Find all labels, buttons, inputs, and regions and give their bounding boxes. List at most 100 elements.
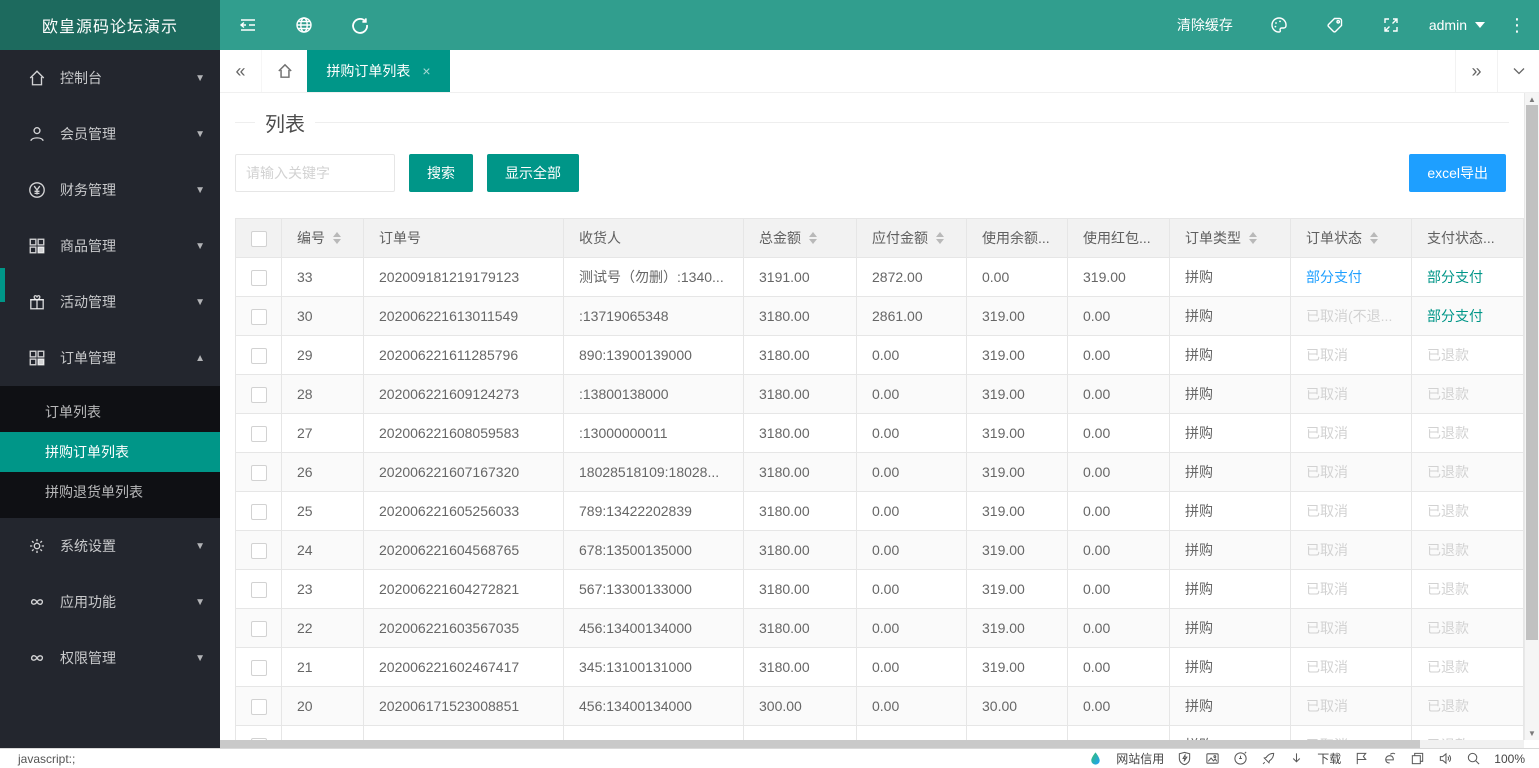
horizontal-scrollbar-thumb[interactable]	[220, 740, 1420, 748]
sidebar-item-label: 控制台	[60, 68, 102, 88]
cell-order_type: 拼购	[1185, 425, 1213, 441]
row-checkbox[interactable]	[251, 543, 267, 559]
tabs-menu-button[interactable]	[1497, 50, 1539, 92]
cell-id: 23	[297, 581, 313, 597]
chevron-icon: ▼	[195, 297, 205, 308]
magnifier-icon[interactable]	[1466, 751, 1481, 766]
tabs-scroll-left-button[interactable]: «	[220, 50, 262, 92]
excel-export-button[interactable]: excel导出	[1409, 154, 1506, 192]
sidebar-item-label: 系统设置	[60, 536, 116, 556]
tab-label: 拼购订单列表	[326, 61, 410, 81]
row-checkbox[interactable]	[251, 270, 267, 286]
column-label: 订单状态	[1306, 228, 1362, 248]
cell-total: 300.00	[759, 698, 802, 714]
row-checkbox[interactable]	[251, 699, 267, 715]
collapse-menu-icon[interactable]	[220, 0, 276, 50]
cell-order_status: 已取消	[1306, 542, 1348, 558]
row-checkbox[interactable]	[251, 348, 267, 364]
download-label[interactable]: 下载	[1317, 750, 1341, 767]
site-credit-label[interactable]: 网站信用	[1116, 750, 1164, 767]
tabs-scroll-right-button[interactable]: »	[1455, 50, 1497, 92]
column-header-order_status[interactable]: 订单状态	[1291, 219, 1412, 258]
down-arrow-icon[interactable]	[1289, 751, 1304, 766]
close-icon[interactable]: ×	[422, 63, 430, 79]
vertical-scrollbar-thumb[interactable]	[1526, 105, 1538, 640]
flag-icon[interactable]	[1354, 751, 1369, 766]
tab-group-order-list[interactable]: 拼购订单列表 ×	[307, 50, 450, 92]
cell-consignee: :13800138000	[579, 386, 669, 402]
zoom-level[interactable]: 100%	[1494, 752, 1525, 766]
sidebar-item-console[interactable]: 控制台 ▼	[0, 50, 220, 106]
more-vert-icon[interactable]: ⋮	[1495, 0, 1539, 50]
table-row: 20202006171523008851456:13400134000300.0…	[236, 687, 1525, 726]
sidebar-item-permissions[interactable]: 权限管理 ▼	[0, 630, 220, 686]
sidebar-item-members[interactable]: 会员管理 ▼	[0, 106, 220, 162]
user-menu[interactable]: admin	[1419, 0, 1495, 50]
sidebar-item-order-list[interactable]: 订单列表	[0, 392, 220, 432]
scroll-down-arrow[interactable]: ▼	[1525, 729, 1539, 738]
sidebar-item-goods[interactable]: 商品管理 ▼	[0, 218, 220, 274]
cell-total: 3180.00	[759, 386, 810, 402]
row-checkbox[interactable]	[251, 465, 267, 481]
picture-icon[interactable]	[1205, 751, 1220, 766]
cell-pay_status: 已退款	[1427, 620, 1469, 636]
horizontal-scrollbar	[220, 740, 1524, 748]
sidebar-item-settings[interactable]: 系统设置 ▼	[0, 518, 220, 574]
palette-icon[interactable]	[1251, 0, 1307, 50]
shield-icon[interactable]	[1177, 751, 1192, 766]
row-checkbox[interactable]	[251, 387, 267, 403]
sidebar-item-group-order-list[interactable]: 拼购订单列表	[0, 432, 220, 472]
speaker-icon[interactable]	[1438, 751, 1453, 766]
status-link-text: javascript:;	[0, 752, 75, 766]
show-all-button[interactable]: 显示全部	[487, 154, 579, 192]
column-header-payable[interactable]: 应付金额	[857, 219, 967, 258]
cell-id: 30	[297, 308, 313, 324]
search-input[interactable]	[235, 154, 395, 192]
yen-circle-icon	[28, 181, 46, 199]
tag-icon[interactable]	[1307, 0, 1363, 50]
sidebar-item-app-functions[interactable]: 应用功能 ▼	[0, 574, 220, 630]
window-icon[interactable]	[1410, 751, 1425, 766]
search-button[interactable]: 搜索	[409, 154, 473, 192]
row-checkbox[interactable]	[251, 504, 267, 520]
cell-order_status: 已取消	[1306, 698, 1348, 714]
row-checkbox[interactable]	[251, 582, 267, 598]
sidebar-item-orders[interactable]: 订单管理 ▲	[0, 330, 220, 386]
fullscreen-icon[interactable]	[1363, 0, 1419, 50]
cell-pay_status[interactable]: 部分支付	[1427, 269, 1483, 285]
row-checkbox[interactable]	[251, 621, 267, 637]
row-checkbox[interactable]	[251, 309, 267, 325]
sort-icon	[1249, 232, 1257, 244]
column-header-order_type[interactable]: 订单类型	[1170, 219, 1291, 258]
column-label: 支付状态...	[1427, 228, 1495, 248]
table-row: 28202006221609124273:138001380003180.000…	[236, 375, 1525, 414]
cell-id: 28	[297, 386, 313, 402]
sidebar-scrollbar-thumb[interactable]	[0, 268, 5, 302]
rocket-icon[interactable]	[1261, 751, 1276, 766]
refresh-icon[interactable]	[332, 0, 388, 50]
column-header-id[interactable]: 编号	[282, 219, 364, 258]
scroll-up-arrow[interactable]: ▲	[1525, 95, 1539, 104]
cell-pay_status[interactable]: 部分支付	[1427, 308, 1483, 324]
row-checkbox[interactable]	[251, 426, 267, 442]
droplet-icon[interactable]	[1088, 751, 1103, 766]
globe-icon[interactable]	[276, 0, 332, 50]
cell-balance: 319.00	[982, 347, 1025, 363]
sidebar-item-label: 商品管理	[60, 236, 116, 256]
cell-redpacket: 0.00	[1083, 698, 1110, 714]
sidebar-item-activity[interactable]: 活动管理 ▼	[0, 274, 220, 330]
row-checkbox[interactable]	[251, 660, 267, 676]
cell-consignee: 456:13400134000	[579, 620, 692, 636]
cell-order_no: 202006221609124273	[379, 386, 519, 402]
sidebar-item-finance[interactable]: 财务管理 ▼	[0, 162, 220, 218]
sidebar-item-group-return-list[interactable]: 拼购退货单列表	[0, 472, 220, 512]
home-tab[interactable]	[262, 50, 307, 92]
gauge-icon[interactable]	[1233, 751, 1248, 766]
ie-icon[interactable]	[1382, 751, 1397, 766]
select-all-checkbox[interactable]	[251, 231, 267, 247]
cell-pay_status: 已退款	[1427, 425, 1469, 441]
column-header-total[interactable]: 总金额	[744, 219, 857, 258]
clear-cache-button[interactable]: 清除缓存	[1159, 0, 1251, 50]
cell-consignee: 345:13100131000	[579, 659, 692, 675]
cell-order_status[interactable]: 部分支付	[1306, 269, 1362, 285]
